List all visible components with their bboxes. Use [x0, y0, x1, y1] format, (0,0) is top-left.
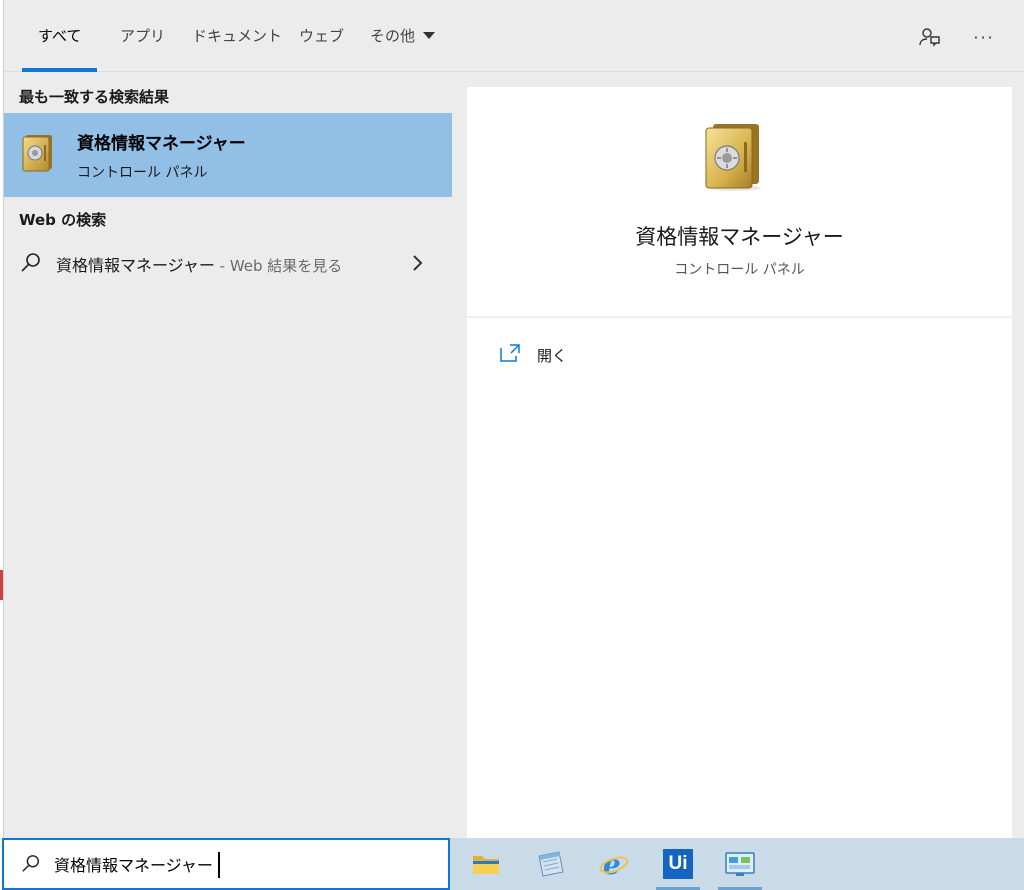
preview-title: 資格情報マネージャー	[635, 225, 844, 249]
search-panel: すべて アプリ ドキュメント ウェブ その他 ··· 最も一致する検索結果 資格…	[3, 0, 1024, 838]
preview-subtitle: コントロール パネル	[674, 262, 805, 278]
uipath-icon-label: Ui	[668, 853, 688, 874]
scope-tabs: すべて アプリ ドキュメント ウェブ その他 ···	[4, 0, 1024, 72]
results-list: 最も一致する検索結果 資格情報マネージャー コントロール パネル Web の検索	[4, 73, 452, 838]
open-action-label: 開く	[537, 347, 568, 365]
notepad-icon	[538, 851, 564, 877]
tab-all[interactable]: すべて	[21, 0, 98, 72]
web-search-item[interactable]: 資格情報マネージャー - Web 結果を見る	[4, 243, 452, 283]
web-search-header: Web の検索	[19, 211, 107, 229]
text-cursor	[218, 852, 220, 878]
tab-web[interactable]: ウェブ	[299, 0, 344, 72]
tab-documents[interactable]: ドキュメント	[192, 0, 282, 72]
open-icon	[500, 344, 520, 362]
tab-more[interactable]: その他	[370, 0, 436, 72]
web-search-query: 資格情報マネージャー - Web 結果を見る	[56, 252, 342, 276]
web-search-suffix: - Web 結果を見る	[214, 257, 343, 275]
preview-divider	[467, 316, 1012, 318]
taskbar: e Ui	[450, 838, 1024, 890]
chevron-right-icon	[413, 255, 423, 271]
taskbar-uipath[interactable]: Ui	[650, 838, 706, 890]
file-explorer-icon	[473, 856, 499, 874]
search-icon	[22, 855, 39, 872]
taskbar-control-panel[interactable]	[712, 838, 768, 890]
tab-apps[interactable]: アプリ	[120, 0, 165, 72]
tab-more-label: その他	[370, 27, 416, 45]
taskbar-notepad[interactable]	[522, 838, 578, 890]
feedback-icon	[919, 28, 940, 47]
best-match-header: 最も一致する検索結果	[19, 88, 170, 106]
chevron-down-icon	[423, 32, 436, 39]
control-panel-icon	[725, 852, 755, 876]
web-search-query-text: 資格情報マネージャー	[56, 256, 215, 275]
taskbar-internet-explorer[interactable]: e	[586, 838, 642, 890]
preview-pane: 資格情報マネージャー コントロール パネル 開く	[467, 87, 1012, 838]
internet-explorer-icon: e	[599, 849, 629, 879]
search-box[interactable]	[2, 838, 450, 890]
credential-manager-safe-icon	[705, 124, 761, 191]
taskbar-file-explorer[interactable]	[458, 838, 514, 890]
best-match-item[interactable]: 資格情報マネージャー コントロール パネル	[4, 113, 452, 197]
svg-text:e: e	[603, 849, 621, 879]
credential-manager-safe-icon	[22, 135, 52, 172]
uipath-icon: Ui	[663, 849, 693, 879]
best-match-title: 資格情報マネージャー	[77, 134, 246, 154]
search-input[interactable]	[54, 851, 434, 877]
best-match-subtitle: コントロール パネル	[77, 165, 208, 181]
more-options-button[interactable]: ···	[969, 22, 999, 52]
search-icon	[21, 253, 40, 272]
feedback-button[interactable]	[914, 22, 944, 52]
